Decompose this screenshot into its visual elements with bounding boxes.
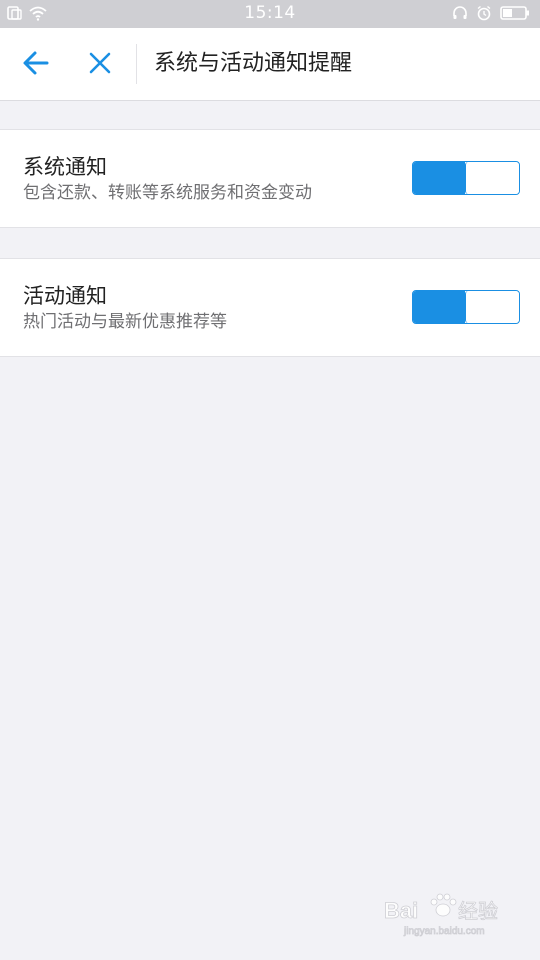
- headset-icon: [452, 5, 468, 25]
- close-button[interactable]: [82, 48, 118, 82]
- toggle-on-fill: [413, 291, 465, 323]
- system-notification-toggle[interactable]: [412, 161, 520, 195]
- setting-row-system-notification: 系统通知 包含还款、转账等系统服务和资金变动: [0, 129, 540, 228]
- setting-title: 活动通知: [23, 284, 107, 308]
- battery-icon: [500, 5, 530, 25]
- back-button[interactable]: [18, 48, 54, 82]
- status-bar: 15:14: [0, 0, 540, 28]
- svg-text:Bai: Bai: [384, 898, 418, 923]
- activity-notification-toggle[interactable]: [412, 290, 520, 324]
- arrow-left-icon: [22, 50, 50, 80]
- watermark-logo: Bai 经验 jingyan.baidu.com: [382, 888, 512, 938]
- header-divider: [136, 44, 137, 84]
- toggle-knob: [465, 162, 519, 194]
- setting-title: 系统通知: [23, 155, 107, 179]
- svg-text:jingyan.baidu.com: jingyan.baidu.com: [403, 926, 485, 937]
- setting-row-activity-notification: 活动通知 热门活动与最新优惠推荐等: [0, 258, 540, 357]
- setting-description: 包含还款、转账等系统服务和资金变动: [23, 183, 312, 203]
- page-title: 系统与活动通知提醒: [154, 51, 353, 76]
- status-right-icons: [452, 5, 530, 25]
- close-icon: [88, 51, 112, 79]
- toggle-on-fill: [413, 162, 465, 194]
- alarm-icon: [476, 5, 492, 25]
- toggle-knob: [465, 291, 519, 323]
- setting-description: 热门活动与最新优惠推荐等: [23, 312, 227, 332]
- svg-text:经验: 经验: [458, 899, 498, 923]
- app-header: 系统与活动通知提醒: [0, 28, 540, 101]
